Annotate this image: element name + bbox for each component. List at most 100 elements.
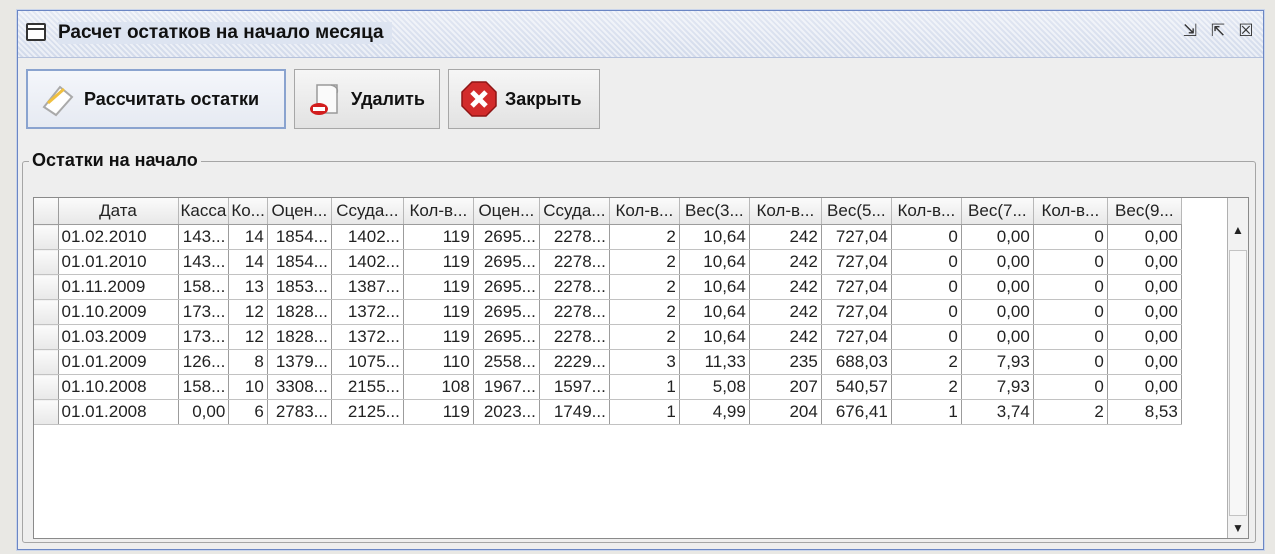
table-cell[interactable]: 173...: [178, 324, 230, 350]
table-cell[interactable]: 727,04: [821, 299, 892, 325]
table-cell[interactable]: 12: [228, 324, 268, 350]
table-cell[interactable]: 119: [403, 324, 474, 350]
table-cell[interactable]: 01.03.2009: [58, 324, 179, 350]
table-cell[interactable]: 1402...: [331, 249, 404, 275]
table-cell[interactable]: 01.01.2008: [58, 399, 179, 425]
table-cell[interactable]: 119: [403, 299, 474, 325]
row-header[interactable]: [34, 249, 59, 275]
table-cell[interactable]: 01.01.2010: [58, 249, 179, 275]
table-cell[interactable]: 0,00: [961, 324, 1034, 350]
table-cell[interactable]: 7,93: [961, 349, 1034, 375]
table-cell[interactable]: 2558...: [473, 349, 540, 375]
table-cell[interactable]: 10: [228, 374, 268, 400]
table-cell[interactable]: 1854...: [267, 249, 332, 275]
scroll-down-icon[interactable]: ▼: [1228, 518, 1248, 538]
table-cell[interactable]: 1: [891, 399, 962, 425]
table-row[interactable]: 01.11.2009 158... 13 1853... 1387... 119 2695.…: [34, 274, 1182, 300]
table-cell[interactable]: 676,41: [821, 399, 892, 425]
table-cell[interactable]: 0: [1033, 274, 1108, 300]
table-cell[interactable]: 1967...: [473, 374, 540, 400]
table-cell[interactable]: 0: [1033, 349, 1108, 375]
table-cell[interactable]: 2: [609, 324, 680, 350]
table-cell[interactable]: 0: [1033, 374, 1108, 400]
table-cell[interactable]: 119: [403, 224, 474, 250]
table-cell[interactable]: 0,00: [961, 274, 1034, 300]
row-header[interactable]: [34, 349, 59, 375]
table-cell[interactable]: 119: [403, 274, 474, 300]
row-header[interactable]: [34, 299, 59, 325]
table-cell[interactable]: 10,64: [679, 249, 750, 275]
column-header[interactable]: Кол-в...: [403, 198, 474, 225]
table-cell[interactable]: 0: [891, 324, 962, 350]
table-cell[interactable]: 4,99: [679, 399, 750, 425]
table-cell[interactable]: 2695...: [473, 249, 540, 275]
calculate-button[interactable]: Рассчитать остатки: [26, 69, 286, 129]
table-cell[interactable]: 158...: [178, 374, 230, 400]
table-row[interactable]: 01.02.2010 143... 14 1854... 1402... 119 2695.…: [34, 224, 1182, 250]
table-cell[interactable]: 0,00: [1107, 224, 1182, 250]
table-cell[interactable]: 2278...: [539, 224, 610, 250]
table-cell[interactable]: 0,00: [1107, 324, 1182, 350]
table-cell[interactable]: 0,00: [1107, 349, 1182, 375]
row-header[interactable]: [34, 399, 59, 425]
table-cell[interactable]: 11,33: [679, 349, 750, 375]
row-header[interactable]: [34, 274, 59, 300]
table-cell[interactable]: 0: [891, 274, 962, 300]
row-header[interactable]: [34, 324, 59, 350]
table-cell[interactable]: 688,03: [821, 349, 892, 375]
table-cell[interactable]: 2695...: [473, 274, 540, 300]
table-cell[interactable]: 2229...: [539, 349, 610, 375]
close-window-icon[interactable]: ☒: [1235, 20, 1257, 42]
table-cell[interactable]: 119: [403, 399, 474, 425]
column-header[interactable]: Ссуда...: [331, 198, 404, 225]
scroll-up-icon[interactable]: ▲: [1228, 220, 1248, 240]
table-cell[interactable]: 13: [228, 274, 268, 300]
table-cell[interactable]: 2023...: [473, 399, 540, 425]
column-header[interactable]: Вес(3...: [679, 198, 750, 225]
table-cell[interactable]: 2278...: [539, 274, 610, 300]
table-row[interactable]: 01.03.2009 173... 12 1828... 1372... 119 2695.…: [34, 324, 1182, 350]
table-cell[interactable]: 1828...: [267, 324, 332, 350]
table-row[interactable]: 01.10.2008 158... 10 3308... 2155... 108 1967.…: [34, 374, 1182, 400]
table-cell[interactable]: 126...: [178, 349, 230, 375]
table-cell[interactable]: 0,00: [1107, 374, 1182, 400]
table-cell[interactable]: 119: [403, 249, 474, 275]
table-cell[interactable]: 2: [891, 374, 962, 400]
table-cell[interactable]: 0,00: [961, 224, 1034, 250]
table-cell[interactable]: 10,64: [679, 299, 750, 325]
table-cell[interactable]: 10,64: [679, 324, 750, 350]
table-cell[interactable]: 242: [749, 299, 822, 325]
table-cell[interactable]: 10,64: [679, 224, 750, 250]
column-header[interactable]: Оцен...: [267, 198, 332, 225]
table-cell[interactable]: 242: [749, 324, 822, 350]
table-cell[interactable]: 242: [749, 224, 822, 250]
table-cell[interactable]: 2: [1033, 399, 1108, 425]
delete-button[interactable]: Удалить: [294, 69, 440, 129]
table-cell[interactable]: 01.10.2009: [58, 299, 179, 325]
table-cell[interactable]: 2: [891, 349, 962, 375]
table-cell[interactable]: 0,00: [1107, 274, 1182, 300]
table-cell[interactable]: 6: [228, 399, 268, 425]
table-cell[interactable]: 01.10.2008: [58, 374, 179, 400]
table-cell[interactable]: 540,57: [821, 374, 892, 400]
table-cell[interactable]: 158...: [178, 274, 230, 300]
table-row[interactable]: 01.01.2008 0,00 6 2783... 2125... 119 2023... 1…: [34, 399, 1182, 425]
table-cell[interactable]: 143...: [178, 224, 230, 250]
column-header[interactable]: Вес(9...: [1107, 198, 1182, 225]
table-cell[interactable]: 1: [609, 374, 680, 400]
column-header[interactable]: Кол-в...: [609, 198, 680, 225]
table-cell[interactable]: 0: [891, 249, 962, 275]
table-cell[interactable]: 1828...: [267, 299, 332, 325]
table-cell[interactable]: 173...: [178, 299, 230, 325]
table-cell[interactable]: 0: [1033, 299, 1108, 325]
column-header[interactable]: Оцен...: [473, 198, 540, 225]
table-cell[interactable]: 0: [891, 224, 962, 250]
table-cell[interactable]: 0: [1033, 324, 1108, 350]
vertical-scrollbar[interactable]: ▲ ▼: [1227, 198, 1248, 538]
table-cell[interactable]: 0: [891, 299, 962, 325]
table-cell[interactable]: 8: [228, 349, 268, 375]
table-cell[interactable]: 1372...: [331, 299, 404, 325]
table-cell[interactable]: 2783...: [267, 399, 332, 425]
scroll-thumb[interactable]: [1229, 250, 1247, 516]
column-header[interactable]: Ссуда...: [539, 198, 610, 225]
